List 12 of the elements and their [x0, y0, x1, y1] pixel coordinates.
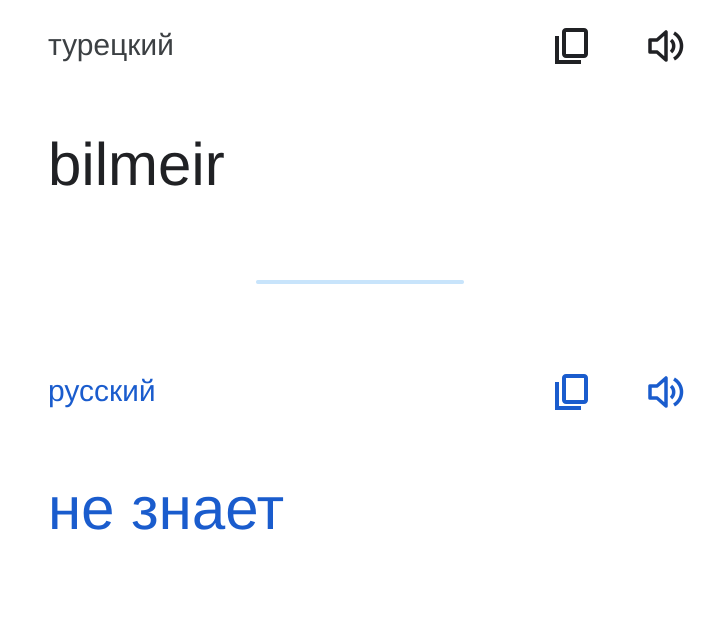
copy-icon [554, 27, 590, 65]
speaker-icon [648, 29, 684, 63]
speaker-icon [648, 375, 684, 409]
source-text: bilmeir [48, 130, 226, 200]
speaker-button[interactable] [648, 375, 684, 409]
language-label: русский [48, 375, 157, 409]
copy-button[interactable] [554, 27, 590, 65]
language-label: турецкий [48, 29, 175, 63]
copy-button[interactable] [554, 373, 590, 411]
speaker-button[interactable] [648, 29, 684, 63]
translation-text: не знает [48, 474, 286, 544]
copy-icon [554, 373, 590, 411]
